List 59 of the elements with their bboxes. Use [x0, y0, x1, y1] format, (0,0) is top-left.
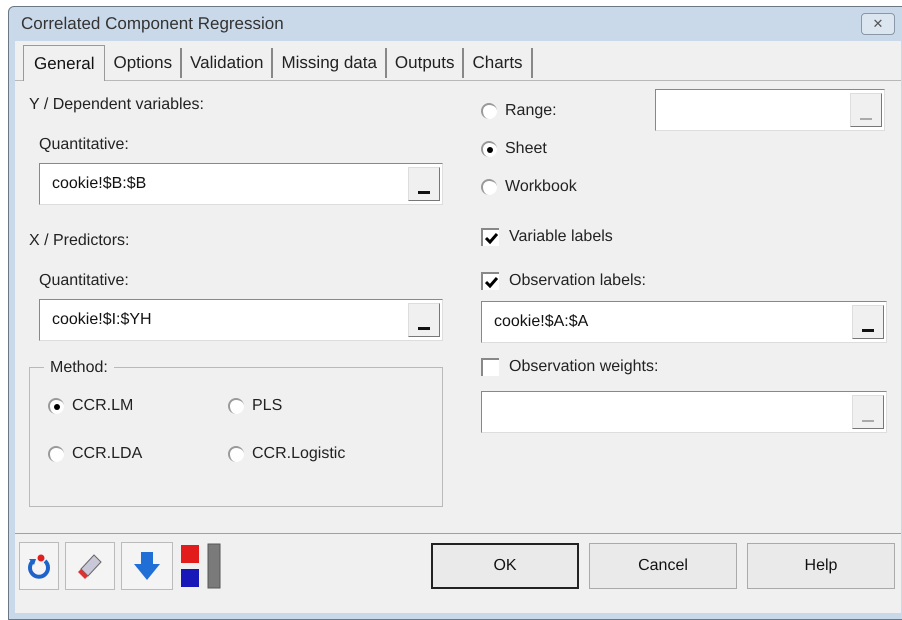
tab[interactable]: Options	[105, 48, 182, 78]
radio-option[interactable]: Workbook	[481, 175, 655, 199]
bar-icon	[207, 542, 221, 588]
tab[interactable]: Missing data	[273, 48, 387, 78]
checkbox-option[interactable]: Variable labels	[481, 225, 887, 249]
radio-option[interactable]: Range:	[481, 99, 655, 123]
eraser-icon	[76, 552, 104, 580]
option-label: CCR.Logistic	[252, 444, 346, 464]
window-title: Correlated Component Regression	[21, 13, 284, 36]
stacked-squares-icon	[179, 542, 201, 588]
option-label: Sheet	[505, 139, 547, 159]
checkbox-option[interactable]: Observation labels:	[481, 269, 887, 293]
tab[interactable]: Outputs	[386, 48, 464, 78]
tab[interactable]: Validation	[182, 48, 274, 78]
radio-option[interactable]: Sheet	[481, 137, 655, 161]
tab[interactable]: Charts	[464, 48, 533, 78]
checkbox[interactable]	[481, 272, 499, 290]
option-label: Workbook	[505, 177, 577, 197]
radio-button[interactable]	[48, 446, 64, 462]
radio-button[interactable]	[481, 141, 497, 157]
checkbox-option[interactable]: Observation weights:	[481, 355, 887, 379]
close-button[interactable]: ✕	[861, 13, 895, 35]
picker-button[interactable]	[408, 167, 440, 201]
range-field[interactable]: cookie!$I:$YH	[39, 299, 443, 341]
reset-button[interactable]	[19, 542, 59, 590]
option-label: Range:	[505, 101, 557, 121]
section-heading: X / Predictors:	[29, 231, 130, 251]
dialog-button[interactable]: OK	[431, 542, 579, 588]
tab[interactable]: General	[23, 45, 106, 81]
down-arrow-button[interactable]	[121, 542, 173, 590]
radio-button[interactable]	[228, 398, 244, 414]
checkbox[interactable]	[481, 228, 499, 246]
option-label: Observation labels:	[509, 271, 646, 291]
option-label: CCR.LDA	[72, 444, 142, 464]
option-label: Variable labels	[509, 227, 613, 247]
radio-button[interactable]	[481, 103, 497, 119]
picker-button[interactable]	[852, 305, 884, 339]
field-label: Quantitative:	[39, 271, 130, 291]
down-arrow-icon	[132, 550, 162, 582]
option-label: CCR.LM	[72, 396, 134, 416]
radio-option[interactable]: CCR.Logistic	[228, 442, 428, 466]
eraser-button[interactable]	[65, 542, 115, 590]
section-heading: Y / Dependent variables:	[29, 95, 205, 115]
range-field[interactable]: cookie!$B:$B	[39, 163, 443, 205]
range-field[interactable]: cookie!$A:$A	[481, 301, 887, 343]
radio-button[interactable]	[48, 398, 64, 414]
checkbox[interactable]	[481, 358, 499, 376]
dialog-button[interactable]: Help	[747, 542, 895, 588]
field-label: Quantitative:	[39, 135, 130, 155]
radio-option[interactable]: CCR.LM	[48, 394, 228, 418]
radio-button[interactable]	[481, 179, 497, 195]
radio-option[interactable]: CCR.LDA	[48, 442, 228, 466]
option-label: Observation weights:	[509, 357, 658, 377]
dialog-button[interactable]: Cancel	[589, 542, 737, 588]
circular-arrow-icon	[26, 552, 52, 578]
picker-button[interactable]	[408, 303, 440, 337]
option-label: PLS	[252, 396, 282, 416]
radio-button[interactable]	[228, 446, 244, 462]
radio-option[interactable]: PLS	[228, 394, 428, 418]
